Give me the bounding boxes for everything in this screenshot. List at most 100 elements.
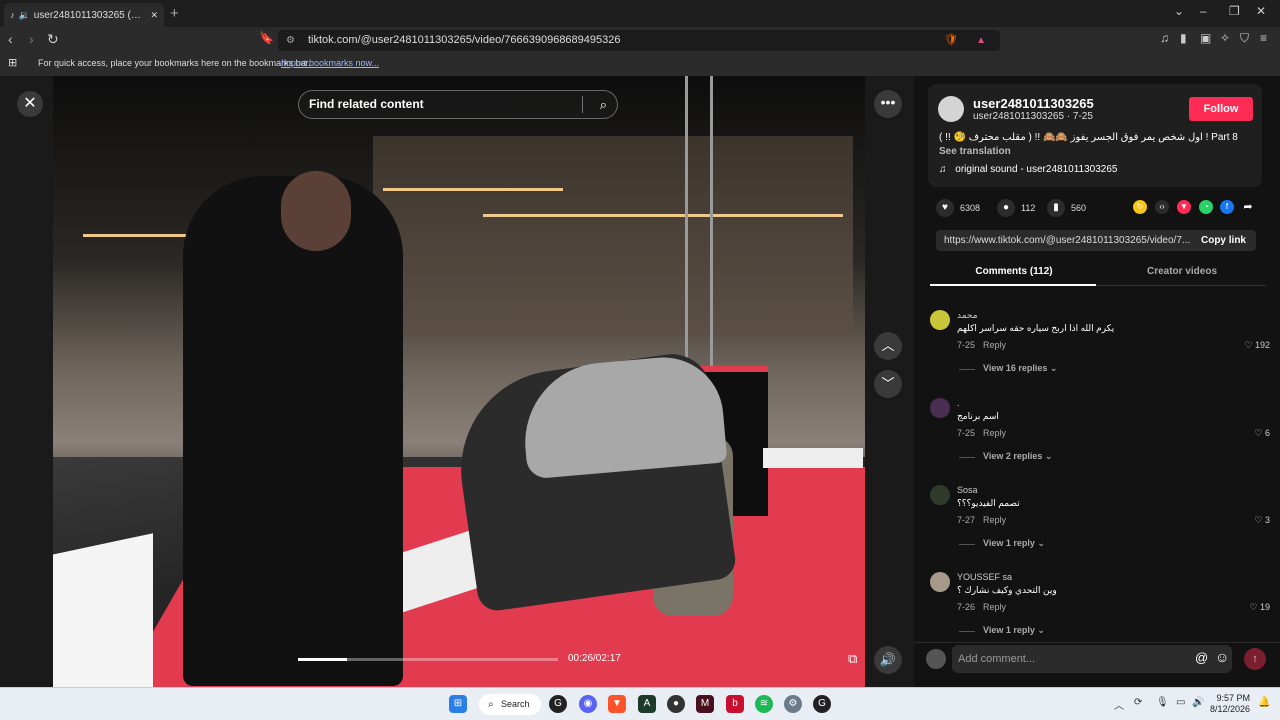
- view-replies-button[interactable]: View 2 replies ⌄: [958, 451, 1052, 462]
- stats-row: ♥ 6308 ● 112 ▮ 560 ↻ ‹› ▼ ◔ f ➦: [936, 199, 1266, 219]
- like-stat[interactable]: ♥ 6308: [936, 199, 980, 217]
- share-arrow-icon[interactable]: ➦: [1241, 200, 1255, 214]
- commenter-name[interactable]: Sosa: [957, 485, 978, 495]
- app-g2-icon[interactable]: G: [813, 695, 831, 713]
- emoji-button[interactable]: ☺: [1215, 649, 1229, 665]
- view-replies-button[interactable]: View 1 reply ⌄: [959, 625, 1045, 635]
- taskbar-search[interactable]: ⌕ Search: [479, 694, 541, 715]
- commenter-avatar[interactable]: [930, 572, 950, 592]
- embed-icon[interactable]: ‹›: [1155, 200, 1169, 214]
- search-icon[interactable]: ⌕: [600, 91, 607, 118]
- commenter-avatar[interactable]: [930, 485, 950, 505]
- tab-list-icon[interactable]: ⌄: [1174, 4, 1184, 18]
- author-avatar[interactable]: [938, 96, 964, 122]
- previous-video-button[interactable]: ︿: [874, 332, 902, 360]
- app-b-icon[interactable]: b: [726, 695, 744, 713]
- address-bar[interactable]: ⚙ tiktok.com/@user2481011303265/video/76…: [278, 30, 1000, 51]
- volume-button[interactable]: 🔊: [874, 646, 902, 674]
- heart-outline-icon: ♡: [1244, 340, 1253, 350]
- navigation-bar: ‹ › ↻ 🔖 ⚙ tiktok.com/@user2481011303265/…: [0, 27, 1280, 54]
- tab-close-icon[interactable]: ✕: [150, 10, 158, 21]
- comment-stat[interactable]: ● 112: [997, 199, 1035, 217]
- vpn-icon[interactable]: ⛉: [1240, 31, 1249, 46]
- comment-like[interactable]: ♡ 3: [1254, 515, 1270, 526]
- commenter-name[interactable]: محمد: [957, 310, 978, 321]
- tray-expand-icon[interactable]: ︿: [1114, 697, 1124, 712]
- tab-comments[interactable]: Comments (112): [930, 266, 1098, 277]
- mic-icon[interactable]: 🎙: [1156, 697, 1169, 708]
- app-g-icon[interactable]: G: [549, 695, 567, 713]
- view-replies-button[interactable]: View 1 reply ⌄: [959, 538, 1045, 549]
- comment-like[interactable]: ♡ 6: [1254, 428, 1270, 439]
- progress-bar[interactable]: [298, 658, 558, 661]
- reply-button[interactable]: Reply: [983, 340, 1006, 350]
- clock-time: 9:57 PM: [1216, 693, 1250, 703]
- reply-button[interactable]: Reply: [983, 428, 1006, 438]
- post-comment-button[interactable]: ↑: [1244, 648, 1266, 670]
- rewards-icon[interactable]: ▲: [976, 30, 986, 51]
- import-bookmarks-link[interactable]: Import bookmarks now...: [281, 54, 379, 72]
- mention-button[interactable]: @: [1195, 650, 1208, 665]
- volume-tray-icon[interactable]: 🔊: [1192, 697, 1204, 708]
- bookmark-icon[interactable]: 🔖: [259, 31, 274, 45]
- tab-active[interactable]: ♪ 🔉 user2481011303265 (@user2… ✕: [4, 3, 164, 27]
- author-card: user2481011303265 user2481011303265 · 7-…: [928, 84, 1262, 187]
- sync-icon[interactable]: ⟳: [1134, 697, 1142, 708]
- url-text: tiktok.com/@user2481011303265/video/7666…: [308, 34, 621, 46]
- see-translation-link[interactable]: See translation: [939, 146, 1011, 157]
- view-replies-button[interactable]: View 16 replies ⌄: [958, 363, 1057, 374]
- app-m-icon[interactable]: M: [696, 695, 714, 713]
- video-player[interactable]: [53, 76, 865, 687]
- settings-icon[interactable]: ⚙: [784, 695, 802, 713]
- repost-icon[interactable]: ↻: [1133, 200, 1147, 214]
- spotify-icon[interactable]: ≋: [755, 695, 773, 713]
- site-info-icon[interactable]: ⚙: [286, 30, 295, 51]
- follow-button[interactable]: Follow: [1189, 97, 1253, 121]
- comment-like[interactable]: ♡ 19: [1249, 602, 1270, 613]
- brave-shield-icon[interactable]: 🛡: [944, 30, 958, 51]
- menu-icon[interactable]: ≡: [1260, 31, 1267, 45]
- commenter-avatar[interactable]: [930, 310, 950, 330]
- app-a-icon[interactable]: A: [638, 695, 656, 713]
- network-icon[interactable]: ▭: [1176, 697, 1185, 708]
- related-search-input[interactable]: Find related content ⌕: [298, 90, 618, 119]
- commenter-avatar[interactable]: [930, 398, 950, 418]
- brave-icon[interactable]: ▼: [608, 695, 626, 713]
- system-clock[interactable]: 9:57 PM 8/12/2026: [1206, 693, 1250, 715]
- media-icon[interactable]: ♫: [1160, 31, 1169, 45]
- reply-button[interactable]: Reply: [983, 515, 1006, 525]
- facebook-icon[interactable]: f: [1220, 200, 1234, 214]
- maximize-icon[interactable]: ❐: [1229, 4, 1240, 18]
- comment-input[interactable]: Add comment...: [952, 645, 1232, 673]
- author-username[interactable]: user2481011303265: [973, 96, 1094, 111]
- send-icon[interactable]: ▼: [1177, 200, 1191, 214]
- close-video-button[interactable]: ✕: [17, 91, 43, 117]
- forward-icon[interactable]: ›: [29, 31, 34, 47]
- windows-start-icon[interactable]: ⊞: [449, 695, 467, 713]
- picture-in-picture-button[interactable]: ⧉: [848, 651, 857, 667]
- leo-icon[interactable]: ✧: [1220, 31, 1230, 45]
- save-stat[interactable]: ▮ 560: [1047, 199, 1086, 217]
- commenter-name[interactable]: YOUSSEF sa: [957, 572, 1012, 582]
- more-options-button[interactable]: •••: [874, 90, 902, 118]
- comment-like[interactable]: ♡ 192: [1244, 340, 1270, 351]
- tab-creator-videos[interactable]: Creator videos: [1098, 266, 1266, 277]
- back-icon[interactable]: ‹: [8, 31, 13, 47]
- commenter-name[interactable]: .: [957, 398, 960, 408]
- search-divider: [582, 96, 583, 113]
- reload-icon[interactable]: ↻: [47, 31, 59, 48]
- apps-grid-icon[interactable]: ⊞: [8, 54, 17, 72]
- next-video-button[interactable]: ﹀: [874, 370, 902, 398]
- discord-icon[interactable]: ◉: [579, 695, 597, 713]
- new-tab-button[interactable]: +: [170, 5, 179, 22]
- whatsapp-icon[interactable]: ◔: [1199, 200, 1213, 214]
- reply-button[interactable]: Reply: [983, 602, 1006, 612]
- wallet-icon[interactable]: ▣: [1200, 31, 1211, 45]
- window-close-icon[interactable]: ✕: [1256, 4, 1266, 18]
- sound-link[interactable]: ♫ original sound - user2481011303265: [939, 164, 1117, 175]
- copy-link-button[interactable]: Copy link: [1201, 230, 1246, 251]
- minimize-icon[interactable]: –: [1200, 4, 1207, 18]
- app-bubble-icon[interactable]: ●: [667, 695, 685, 713]
- sidebar-icon[interactable]: ▮: [1180, 31, 1187, 45]
- notification-icon[interactable]: 🔔: [1258, 697, 1270, 708]
